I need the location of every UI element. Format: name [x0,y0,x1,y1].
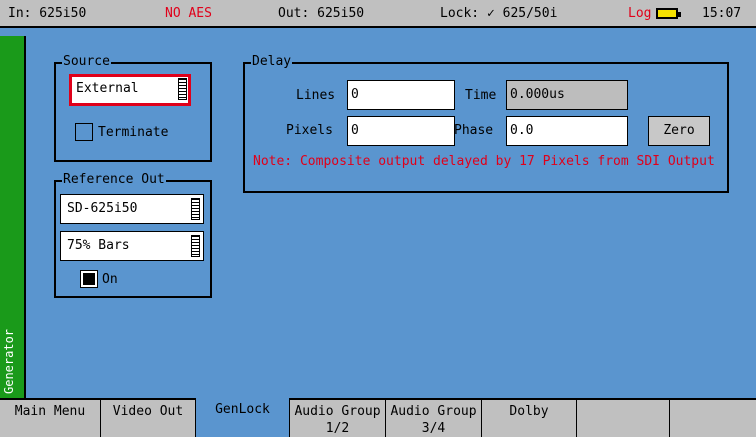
delay-group-title: Delay [251,54,293,70]
tab-main-menu[interactable]: Main Menu [0,400,101,437]
reference-on-checkbox[interactable] [80,270,98,288]
lines-field[interactable]: 0 [347,80,455,110]
lock-status: Lock: ✓ 625/50i [440,6,558,21]
tab-empty-2[interactable] [670,400,756,437]
tab-dolby[interactable]: Dolby [482,400,577,437]
generator-side-tab[interactable]: Generator [0,36,26,400]
reference-format-dropdown[interactable]: SD-625i50 [60,194,204,224]
tab-genlock[interactable]: GenLock [196,398,290,437]
side-tab-label: Generator [2,328,16,394]
log-status: Log [628,6,652,21]
terminate-label: Terminate [98,125,169,140]
reference-on-label: On [102,272,118,287]
aes-status: NO AES [165,6,212,21]
input-status: In: 625i50 [8,6,87,21]
dropdown-grip-icon [191,198,200,220]
status-bar: In: 625i50 NO AES Out: 625i50 Lock: ✓ 62… [0,0,756,28]
pixels-label: Pixels [286,123,333,138]
tab-video-out[interactable]: Video Out [101,400,196,437]
reference-pattern-dropdown[interactable]: 75% Bars [60,231,204,261]
pixels-field[interactable]: 0 [347,116,455,146]
dropdown-grip-icon [191,235,200,257]
clock: 15:07 [702,6,742,21]
source-dropdown[interactable]: External [69,74,191,106]
reference-format-value: SD-625i50 [67,201,138,216]
tab-audio-group-1-2[interactable]: Audio Group 1/2 [290,400,386,437]
reference-out-title: Reference Out [62,172,166,188]
reference-pattern-value: 75% Bars [67,238,130,253]
time-value: 0.000us [510,87,565,102]
pixels-value: 0 [351,123,359,138]
dropdown-grip-icon [178,78,187,100]
tab-bar: Main Menu Video Out GenLock Audio Group … [0,398,756,437]
delay-note: Note: Composite output delayed by 17 Pix… [253,154,715,169]
time-label: Time [465,88,497,103]
battery-icon [656,8,681,19]
terminate-checkbox[interactable] [75,123,93,141]
lines-value: 0 [351,87,359,102]
phase-value: 0.0 [510,123,534,138]
tab-audio-group-3-4[interactable]: Audio Group 3/4 [386,400,482,437]
source-group-title: Source [62,54,111,70]
output-status: Out: 625i50 [278,6,365,21]
zero-button[interactable]: Zero [648,116,710,146]
tab-empty-1[interactable] [577,400,670,437]
source-dropdown-value: External [76,81,139,96]
phase-label: Phase [454,123,494,138]
time-field: 0.000us [506,80,628,110]
phase-field[interactable]: 0.0 [506,116,628,146]
lines-label: Lines [296,88,336,103]
